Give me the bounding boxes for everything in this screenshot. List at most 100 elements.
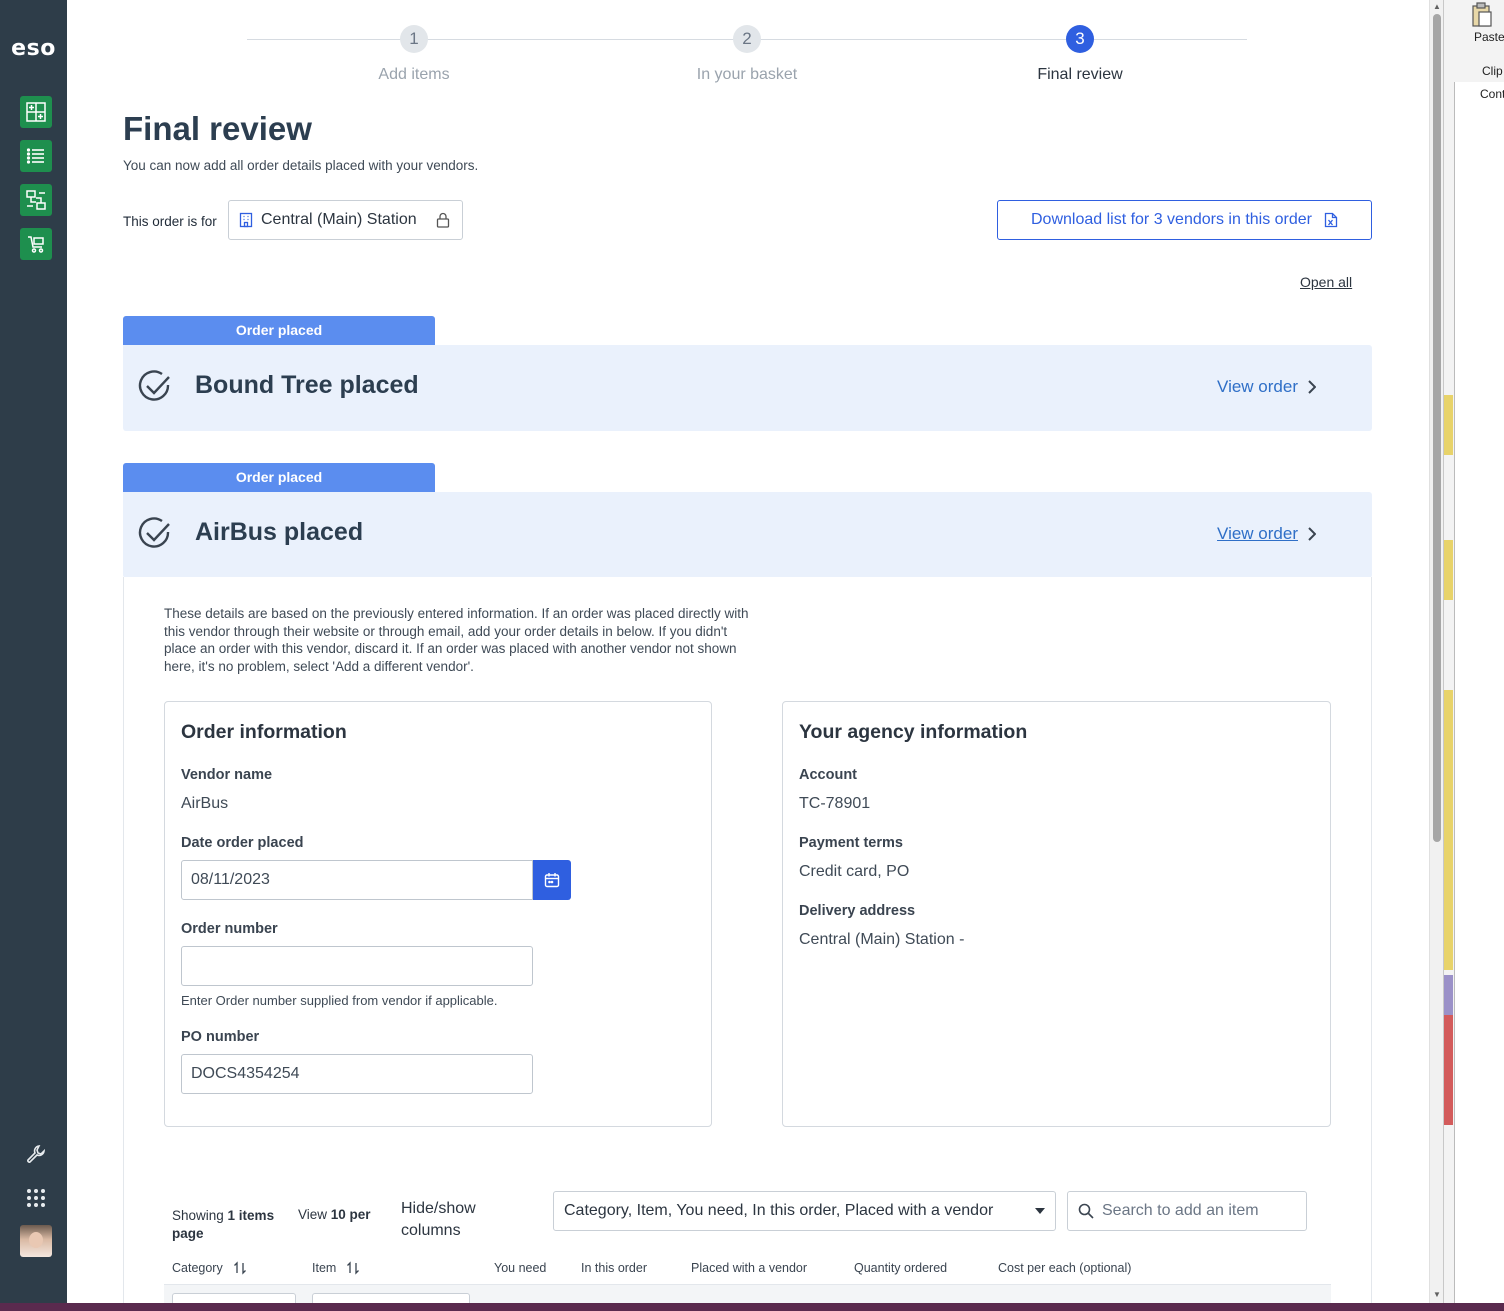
scroll-up-arrow[interactable]: ▲ <box>1430 2 1444 11</box>
vendor-title: Bound Tree placed <box>195 371 419 399</box>
color-strip <box>1444 975 1453 1015</box>
column-header-cost-per-each: Cost per each (optional) <box>998 1261 1132 1275</box>
list-icon <box>26 148 44 164</box>
background-window: Paste Clip Cont <box>1443 0 1504 1311</box>
step-number: 3 <box>1066 25 1094 53</box>
building-icon <box>239 212 253 228</box>
eso-logo[interactable]: eso <box>0 36 67 61</box>
wrench-icon <box>27 1145 46 1163</box>
order-information-panel: Order information Vendor name AirBus Dat… <box>164 701 712 1127</box>
order-placed-badge: Order placed <box>123 463 435 492</box>
station-field: Central (Main) Station <box>228 200 463 240</box>
color-strip <box>1444 690 1453 970</box>
download-list-button[interactable]: Download list for 3 vendors in this orde… <box>997 200 1372 240</box>
search-icon <box>1078 1203 1094 1219</box>
contents-label: Cont <box>1480 87 1504 101</box>
column-header-in-this-order: In this order <box>581 1261 648 1275</box>
settings-button[interactable] <box>22 1140 50 1168</box>
step-final-review: 3 Final review <box>980 25 1180 84</box>
open-all-link[interactable]: Open all <box>1300 274 1352 290</box>
add-items-nav-button[interactable] <box>20 96 52 128</box>
details-intro-text: These details are based on the previousl… <box>164 606 749 674</box>
paste-icon <box>1472 2 1492 27</box>
showing-count: Showing 1 items page <box>172 1207 282 1243</box>
order-information-heading: Order information <box>181 721 347 743</box>
vendor-card-bound-tree[interactable]: Bound Tree placed View order <box>123 345 1372 431</box>
sort-icon <box>347 1261 360 1275</box>
left-nav-rail: eso <box>0 0 67 1311</box>
column-header-placed-with-vendor: Placed with a vendor <box>691 1261 808 1275</box>
columns-select-value: Category, Item, You need, In this order,… <box>564 1202 994 1219</box>
order-number-label: Order number <box>181 921 278 937</box>
step-add-items: 1 Add items <box>314 25 514 84</box>
date-order-placed-input[interactable]: 08/11/2023 <box>181 860 533 900</box>
excel-file-icon <box>1324 212 1338 228</box>
column-header-quantity-ordered: Quantity ordered <box>854 1261 948 1275</box>
sort-icon <box>233 1261 246 1275</box>
step-number: 1 <box>400 25 428 53</box>
search-add-item-input[interactable]: Search to add an item <box>1067 1191 1307 1231</box>
order-number-hint: Enter Order number supplied from vendor … <box>181 993 498 1008</box>
check-circle-icon <box>138 370 170 401</box>
color-strip <box>1444 395 1453 455</box>
vendor-card-airbus[interactable]: AirBus placed View order <box>123 492 1372 578</box>
apps-button[interactable] <box>22 1184 50 1212</box>
step-label: Final review <box>1037 66 1123 83</box>
column-header-item[interactable]: Item <box>312 1261 360 1275</box>
page-subtitle: You can now add all order details placed… <box>123 158 479 173</box>
vendor-name-value: AirBus <box>181 795 229 812</box>
showing-prefix: Showing <box>172 1208 228 1223</box>
po-number-input[interactable]: DOCS4354254 <box>181 1054 533 1094</box>
order-placed-badge: Order placed <box>123 316 435 345</box>
agency-information-panel: Your agency information Account TC-78901… <box>782 701 1331 1127</box>
date-value: 08/11/2023 <box>191 871 270 888</box>
step-in-your-basket: 2 In your basket <box>647 25 847 84</box>
add-grid-icon <box>26 102 46 122</box>
columns-select[interactable]: Category, Item, You need, In this order,… <box>553 1191 1056 1231</box>
transfer-nav-button[interactable] <box>20 184 52 216</box>
view-order-link[interactable]: View order <box>1217 524 1316 544</box>
account-label: Account <box>799 767 857 783</box>
column-header-label: Item <box>312 1261 337 1275</box>
list-nav-button[interactable] <box>20 140 52 172</box>
scrollbar-thumb[interactable] <box>1433 14 1441 842</box>
calendar-icon <box>544 873 560 888</box>
main-content: 1 Add items 2 In your basket 3 Final rev… <box>67 0 1429 1311</box>
chevron-right-icon <box>1308 527 1316 541</box>
paste-label[interactable]: Paste <box>1474 30 1504 44</box>
color-strip <box>1444 1015 1453 1125</box>
payment-terms-value: Credit card, PO <box>799 863 910 880</box>
color-strip <box>1444 540 1453 600</box>
showing-suffix: page <box>172 1226 204 1241</box>
agency-information-heading: Your agency information <box>799 721 1028 743</box>
clipboard-label: Clip <box>1482 64 1503 78</box>
view-order-label: View order <box>1217 524 1298 543</box>
showing-count-value: 1 items <box>227 1208 275 1223</box>
lock-icon <box>436 212 450 228</box>
view-order-link[interactable]: View order <box>1217 377 1316 397</box>
per-page-selector[interactable]: View 10 per <box>298 1207 371 1222</box>
cart-icon <box>28 236 44 253</box>
vendor-details-panel: These details are based on the previousl… <box>123 577 1372 1311</box>
column-header-category[interactable]: Category <box>172 1261 247 1275</box>
table-toolbar: Showing 1 items page View 10 per Hide/sh… <box>164 1183 1314 1241</box>
date-order-placed-label: Date order placed <box>181 835 304 851</box>
vertical-scrollbar[interactable]: ▲ ▼ <box>1429 0 1443 1311</box>
table-header-row: Category Item You need In this order Pla… <box>164 1251 1331 1285</box>
po-number-value: DOCS4354254 <box>191 1065 300 1082</box>
column-header-you-need: You need <box>494 1261 547 1275</box>
station-name: Central (Main) Station <box>261 211 417 228</box>
caret-down-icon <box>1035 1208 1045 1214</box>
po-number-label: PO number <box>181 1029 260 1045</box>
page-title: Final review <box>123 110 312 147</box>
cart-nav-button[interactable] <box>20 228 52 260</box>
check-circle-icon <box>138 517 170 548</box>
scroll-down-arrow[interactable]: ▼ <box>1430 1290 1444 1299</box>
step-number: 2 <box>733 25 761 53</box>
user-avatar[interactable] <box>20 1225 52 1257</box>
delivery-address-label: Delivery address <box>799 903 916 919</box>
calendar-button[interactable] <box>533 860 571 900</box>
payment-terms-label: Payment terms <box>799 835 903 851</box>
order-number-input[interactable] <box>181 946 533 986</box>
column-header-label: Category <box>172 1261 223 1275</box>
